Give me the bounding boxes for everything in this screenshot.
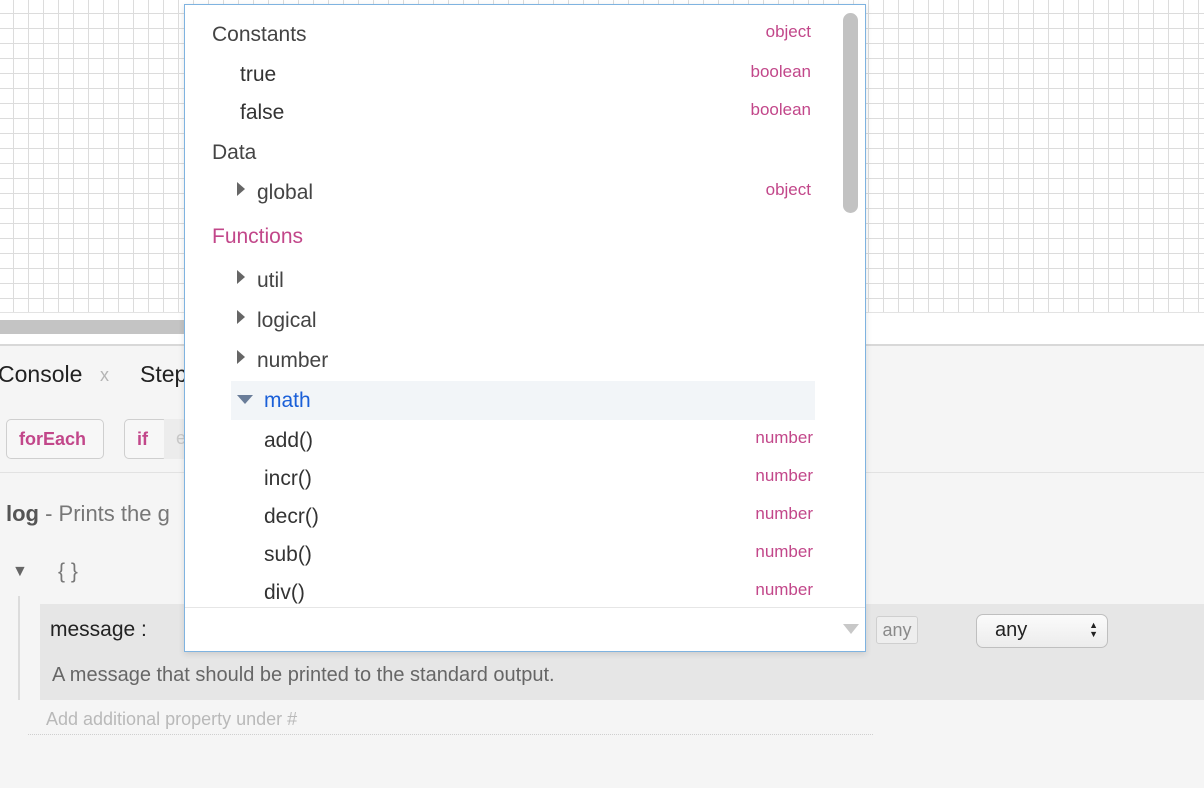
item-label: sub()	[264, 543, 312, 566]
autocomplete-list[interactable]: Constants object true boolean false bool…	[185, 5, 833, 607]
list-item-logical[interactable]: logical	[185, 305, 833, 341]
list-item-number[interactable]: number	[185, 345, 833, 381]
type-chip[interactable]: any	[876, 616, 918, 644]
foreach-button[interactable]: forEach	[6, 419, 104, 459]
chevron-right-icon[interactable]	[237, 270, 245, 284]
add-property-underline	[28, 734, 873, 735]
tab-step[interactable]: Step	[140, 361, 187, 388]
add-property-input[interactable]: Add additional property under #	[46, 709, 297, 730]
item-label: logical	[257, 309, 317, 332]
type-label: number	[755, 466, 813, 485]
step-description: - Prints the g	[39, 501, 170, 526]
step-name: log	[6, 501, 39, 526]
list-item-data[interactable]: Data	[185, 137, 833, 173]
type-label: boolean	[750, 62, 811, 81]
list-item-math[interactable]: math	[185, 385, 833, 421]
list-item-incr[interactable]: incr() number	[185, 463, 833, 499]
list-item-functions[interactable]: Functions	[185, 221, 833, 257]
select-arrows-icon: ▲ ▼	[1089, 620, 1098, 639]
chevron-down-icon[interactable]	[237, 395, 253, 404]
type-label: number	[755, 504, 813, 523]
item-label: incr()	[264, 467, 312, 490]
item-label: div()	[264, 581, 305, 604]
item-label: global	[257, 181, 314, 204]
autocomplete-dropdown: Constants object true boolean false bool…	[184, 4, 866, 652]
type-select[interactable]: any ▲ ▼	[976, 614, 1108, 648]
tab-console-close-icon[interactable]: x	[100, 365, 109, 386]
object-braces: { }	[58, 560, 78, 583]
chevron-right-icon[interactable]	[237, 350, 245, 364]
list-item-constants[interactable]: Constants object	[185, 19, 833, 55]
canvas-scrollbar-thumb[interactable]	[0, 320, 190, 334]
list-item-sub[interactable]: sub() number	[185, 539, 833, 575]
chevron-right-icon[interactable]	[237, 182, 245, 196]
property-name: message :	[50, 618, 147, 641]
chevron-right-icon[interactable]	[237, 310, 245, 324]
item-label: math	[264, 389, 311, 412]
list-item-add[interactable]: add() number	[185, 425, 833, 461]
autocomplete-input-wrapper	[185, 607, 865, 651]
type-select-value: any	[995, 619, 1028, 641]
if-button-label: if	[137, 428, 148, 449]
type-label: boolean	[750, 100, 811, 119]
tab-console[interactable]: Console	[0, 361, 82, 388]
type-label: number	[755, 580, 813, 599]
group-label: Data	[212, 141, 257, 164]
item-label: number	[257, 349, 329, 372]
list-item-false[interactable]: false boolean	[185, 97, 833, 133]
tree-guide-line	[18, 596, 20, 700]
autocomplete-input[interactable]	[195, 614, 835, 646]
item-label: true	[240, 63, 277, 86]
dropdown-scrollbar-thumb[interactable]	[843, 13, 858, 213]
foreach-button-label: forEach	[19, 428, 87, 449]
group-label: Constants	[212, 23, 307, 46]
property-description: A message that should be printed to the …	[52, 664, 555, 686]
if-button[interactable]: if	[124, 419, 168, 459]
type-label: object	[765, 22, 811, 41]
item-label: decr()	[264, 505, 319, 528]
item-label: false	[240, 101, 285, 124]
item-label: add()	[264, 429, 314, 452]
list-item-util[interactable]: util	[185, 265, 833, 301]
step-title: log - Prints the g	[6, 501, 170, 527]
group-label: Functions	[212, 225, 304, 248]
type-label: number	[755, 542, 813, 561]
type-label: object	[765, 180, 811, 199]
list-item-true[interactable]: true boolean	[185, 59, 833, 95]
type-label: number	[755, 428, 813, 447]
item-label: util	[257, 269, 284, 292]
list-item-decr[interactable]: decr() number	[185, 501, 833, 537]
list-item-div[interactable]: div() number	[185, 577, 833, 607]
collapse-toggle-icon[interactable]: ▼	[12, 563, 28, 581]
list-item-global[interactable]: global object	[185, 177, 833, 213]
dropdown-arrow-icon[interactable]	[843, 624, 859, 634]
